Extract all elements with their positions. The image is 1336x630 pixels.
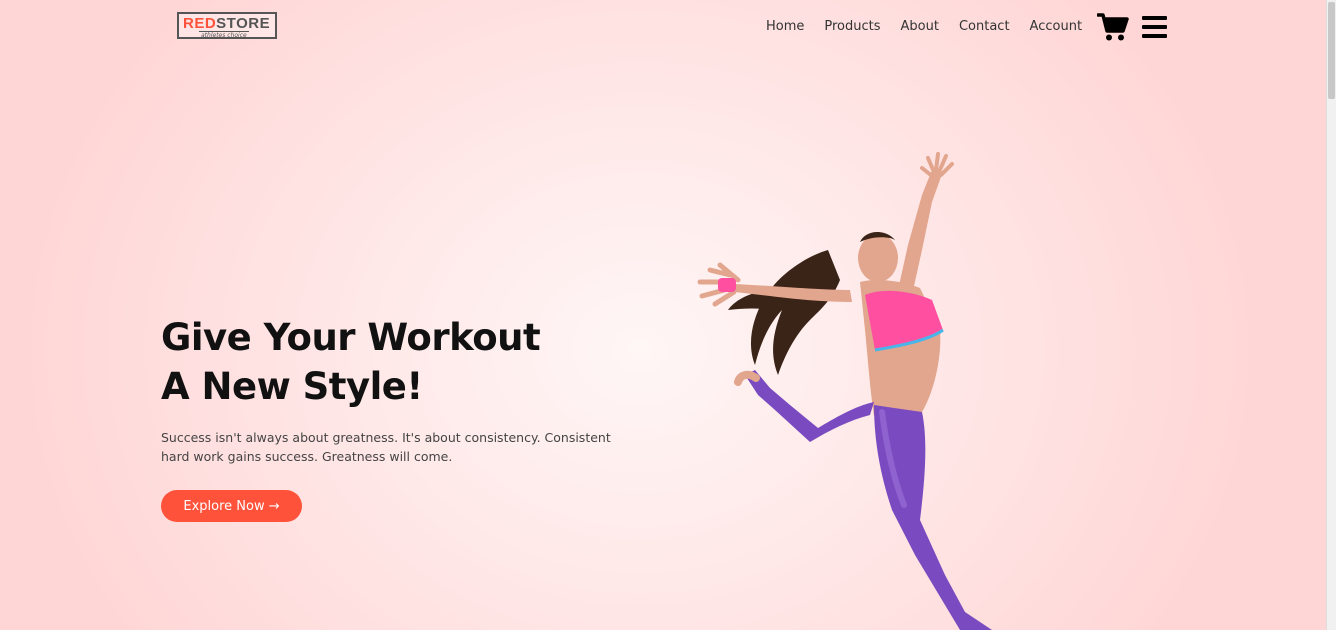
- logo-text: REDSTORE: [183, 15, 270, 32]
- hero-title: Give Your Workout A New Style!: [161, 313, 631, 411]
- hero-title-line-1: Give Your Workout: [161, 316, 541, 359]
- logo-tagline: athletes choice: [199, 31, 249, 39]
- nav-link-products[interactable]: Products: [824, 19, 880, 34]
- nav-link-about[interactable]: About: [901, 19, 939, 34]
- nav-link-home[interactable]: Home: [766, 19, 804, 34]
- nav-menu: Home Products About Contact Account: [766, 19, 1102, 34]
- logo-text-dark: STORE: [216, 15, 271, 32]
- hero-title-line-2: A New Style!: [161, 365, 423, 408]
- scrollbar[interactable]: [1326, 0, 1336, 630]
- logo[interactable]: REDSTORE athletes choice: [177, 12, 277, 39]
- nav-link-contact[interactable]: Contact: [959, 19, 1010, 34]
- navbar: REDSTORE athletes choice Home Products A…: [0, 0, 1326, 56]
- nav-link-account[interactable]: Account: [1030, 19, 1083, 34]
- hero-image: [697, 152, 992, 630]
- shopping-cart-icon[interactable]: [1097, 12, 1129, 42]
- hero-description: Success isn't always about greatness. It…: [161, 430, 611, 464]
- logo-text-red: RED: [183, 15, 217, 32]
- scrollbar-thumb[interactable]: [1328, 2, 1335, 99]
- hamburger-menu-icon[interactable]: [1142, 15, 1167, 39]
- explore-now-button[interactable]: Explore Now →: [161, 490, 302, 522]
